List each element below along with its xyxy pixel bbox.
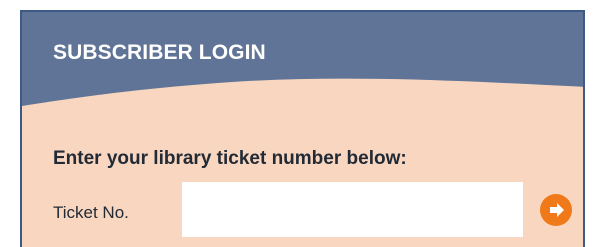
panel-header bbox=[22, 12, 583, 106]
ticket-number-input[interactable] bbox=[182, 182, 523, 237]
panel-title: SUBSCRIBER LOGIN bbox=[53, 41, 266, 64]
arrow-right-icon bbox=[550, 203, 564, 217]
subscriber-login-panel: SUBSCRIBER LOGIN Enter your library tick… bbox=[20, 10, 585, 247]
submit-button[interactable] bbox=[540, 194, 572, 226]
ticket-number-label: Ticket No. bbox=[53, 203, 129, 222]
instruction-text: Enter your library ticket number below: bbox=[53, 148, 407, 169]
